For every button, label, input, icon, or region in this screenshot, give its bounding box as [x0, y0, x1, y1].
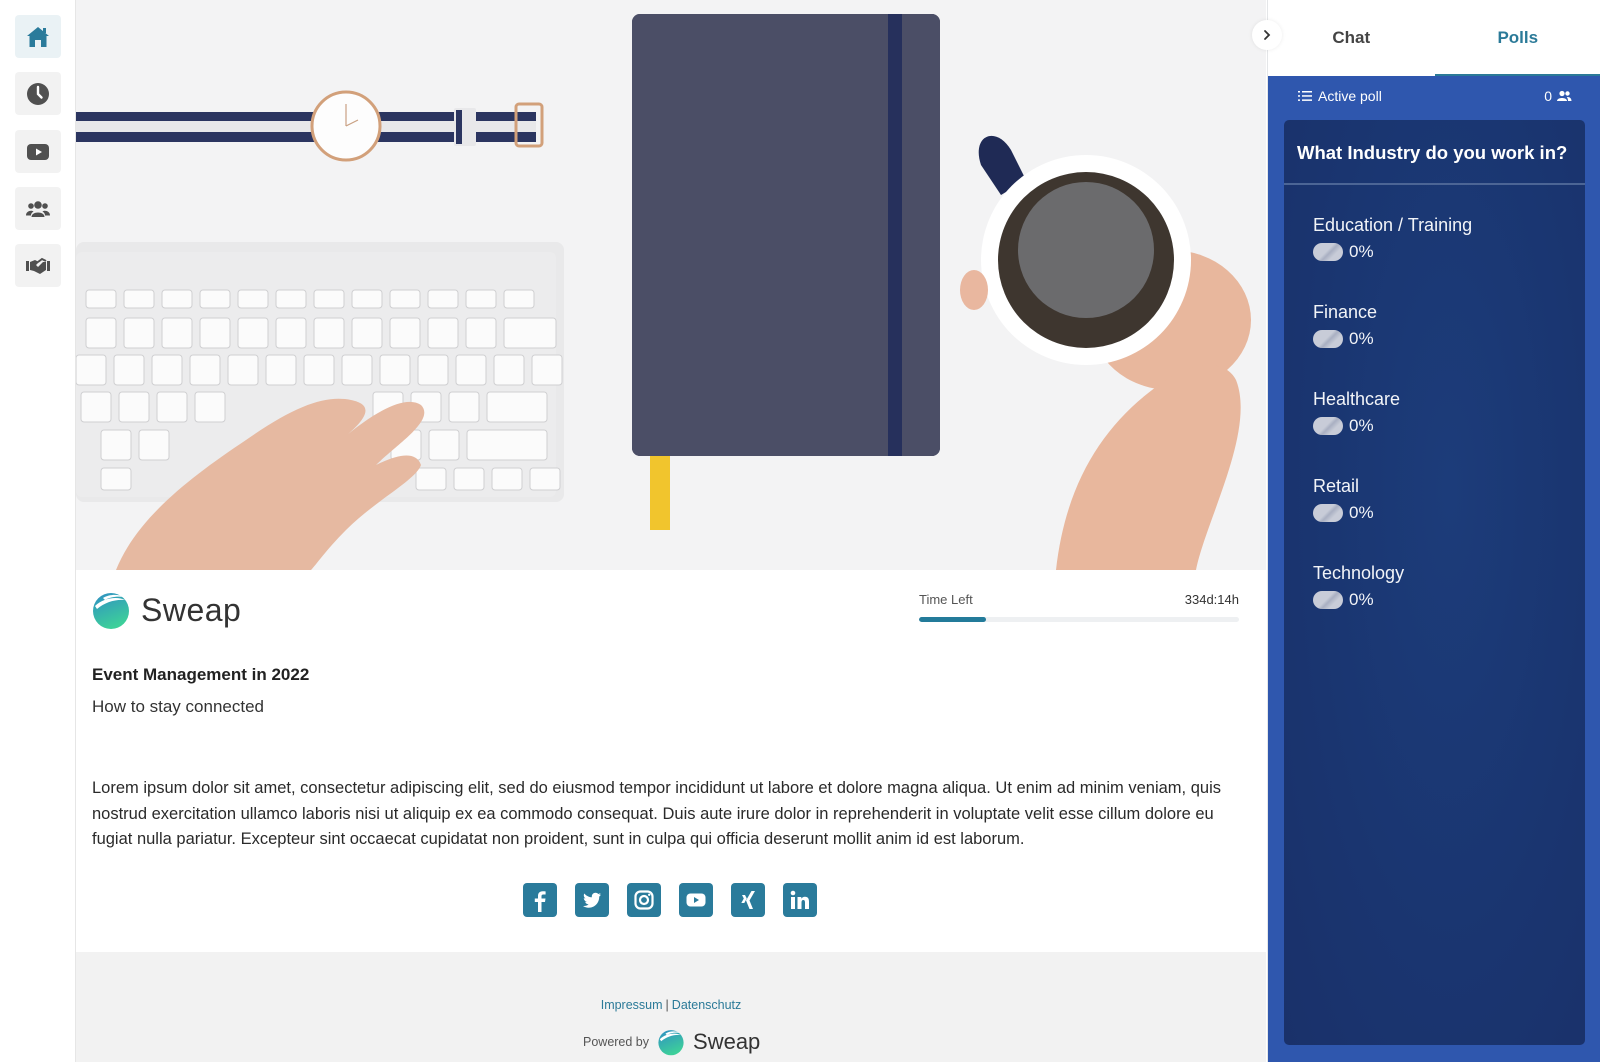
poll-option[interactable]: Education / Training 0% [1313, 215, 1585, 302]
event-description: Lorem ipsum dolor sit amet, consectetur … [92, 779, 1221, 848]
sidebar-item-agenda[interactable] [15, 72, 61, 115]
clock-icon [27, 82, 49, 105]
powered-by: Powered by Sweap [583, 1028, 760, 1056]
time-left: Time Left 334d:14h [919, 592, 1239, 622]
poll-option-label: Education / Training [1313, 215, 1473, 235]
hero-image [76, 0, 1266, 570]
poll-option-bar [1313, 417, 1343, 435]
tab-polls[interactable]: Polls [1434, 0, 1600, 76]
facebook-icon [534, 891, 546, 912]
youtube-icon [686, 893, 706, 907]
social-links [523, 883, 817, 917]
collapse-panel-button[interactable] [1252, 20, 1282, 50]
powered-by-brand: Sweap [693, 1029, 761, 1054]
poll-option-label: Finance [1313, 302, 1378, 322]
sweap-logo-icon [93, 593, 129, 629]
poll-option[interactable]: Technology 0% [1313, 563, 1585, 650]
poll-header: Active poll 0 [1298, 88, 1572, 104]
sidebar-rail [0, 0, 76, 1062]
participant-count: 0 [1544, 88, 1552, 104]
twitter-link[interactable] [575, 883, 609, 917]
powered-by-label: Powered by [583, 1035, 650, 1049]
home-icon [27, 26, 49, 47]
sweap-footer-logo-icon [658, 1030, 684, 1056]
poll-option-percent: 0% [1349, 329, 1374, 348]
time-left-value: 334d:14h [1184, 592, 1239, 607]
poll-card: What Industry do you work in? Education … [1284, 120, 1585, 1045]
footer-separator: | [665, 998, 669, 1012]
time-left-progress-fill [919, 617, 987, 622]
page-footer: Impressum | Datenschutz Powered by Sweap [76, 952, 1266, 1062]
twitter-icon [583, 892, 601, 908]
main-content: Sweap Time Left 334d:14h Event Managemen… [76, 0, 1266, 1062]
event-info: Sweap Time Left 334d:14h Event Managemen… [76, 570, 1266, 952]
poll-option-bar [1313, 330, 1343, 348]
poll-option[interactable]: Healthcare 0% [1313, 389, 1585, 476]
poll-option-label: Technology [1313, 563, 1405, 583]
footer-links: Impressum | Datenschutz [76, 998, 1266, 1012]
sidebar-item-sponsors[interactable] [15, 244, 61, 287]
panel-tabs: Chat Polls [1268, 0, 1600, 76]
time-left-label: Time Left [919, 592, 973, 607]
event-title: Event Management in 2022 [92, 665, 310, 684]
poll-option-bar [1313, 243, 1343, 261]
poll-option-bar [1313, 591, 1343, 609]
facebook-link[interactable] [523, 883, 557, 917]
sidebar-item-home[interactable] [15, 15, 61, 58]
linkedin-link[interactable] [783, 883, 817, 917]
poll-status: Active poll [1318, 88, 1382, 104]
sweap-logo: Sweap [91, 590, 241, 630]
instagram-link[interactable] [627, 883, 661, 917]
event-subtitle: How to stay connected [92, 697, 264, 716]
impressum-link[interactable]: Impressum [601, 998, 663, 1012]
instagram-icon [634, 890, 654, 910]
poll-question: What Industry do you work in? [1284, 120, 1585, 185]
handshake-icon [26, 257, 50, 274]
poll-option[interactable]: Retail 0% [1313, 476, 1585, 563]
poll-option-percent: 0% [1349, 242, 1374, 261]
poll-option-percent: 0% [1349, 590, 1374, 609]
chevron-right-icon [1264, 30, 1271, 40]
brand-wordmark: Sweap [141, 591, 242, 628]
poll-option-label: Healthcare [1313, 389, 1401, 409]
poll-option[interactable]: Finance 0% [1313, 302, 1585, 389]
sidebar-item-videos[interactable] [15, 130, 61, 173]
side-panel: Chat Polls Active poll 0 What Industry d… [1267, 0, 1600, 1062]
poll-option-label: Retail [1313, 476, 1360, 496]
time-left-progress [919, 617, 1239, 622]
xing-link[interactable] [731, 883, 765, 917]
hero-photo [76, 0, 1266, 570]
participants-icon [1557, 90, 1572, 101]
xing-icon [741, 891, 755, 909]
datenschutz-link[interactable]: Datenschutz [672, 998, 741, 1012]
users-icon [26, 200, 50, 217]
poll-options: Education / Training 0% Finance 0% Healt… [1284, 185, 1585, 650]
list-icon [1298, 91, 1312, 101]
youtube-link[interactable] [679, 883, 713, 917]
poll-option-bar [1313, 504, 1343, 522]
poll-option-percent: 0% [1349, 416, 1374, 435]
tab-chat[interactable]: Chat [1268, 0, 1435, 76]
sidebar-item-attendees[interactable] [15, 187, 61, 230]
play-icon [27, 143, 49, 160]
poll-option-percent: 0% [1349, 503, 1374, 522]
linkedin-icon [790, 890, 809, 909]
notebook-illustration [632, 14, 940, 530]
